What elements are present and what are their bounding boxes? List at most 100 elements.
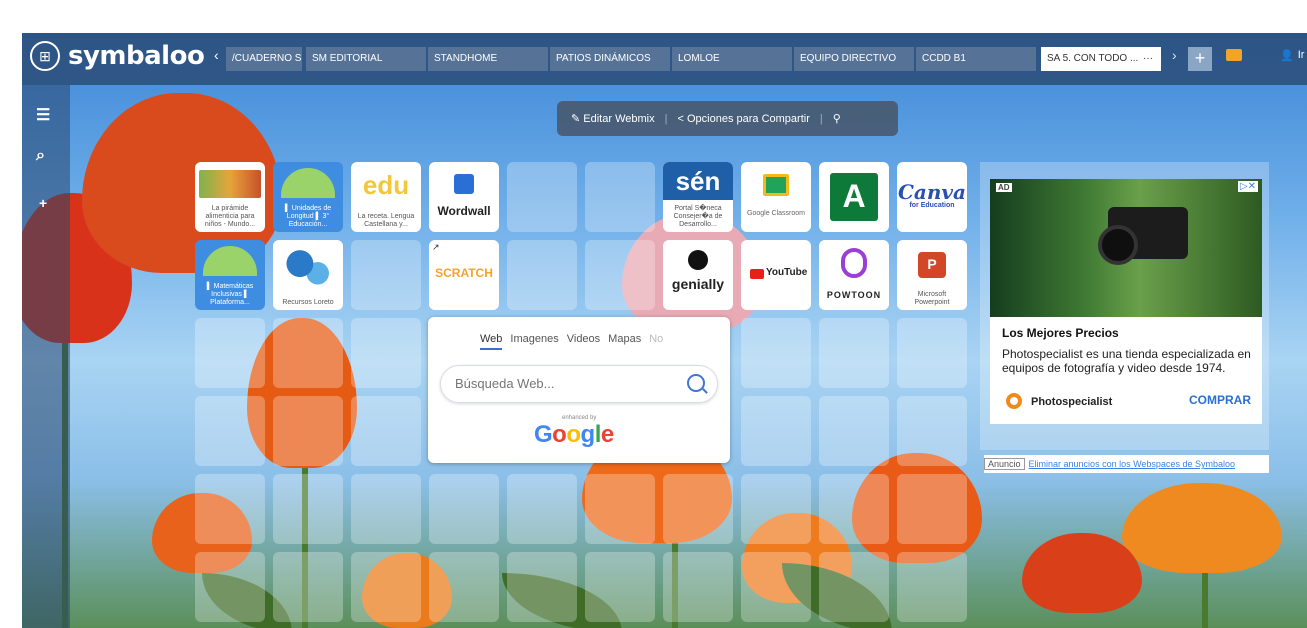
- tile-empty[interactable]: [195, 474, 265, 544]
- tile-empty[interactable]: [195, 318, 265, 388]
- tile-empty[interactable]: [507, 240, 577, 310]
- tile-empty[interactable]: [819, 396, 889, 466]
- tile-junta-andalucia[interactable]: A: [819, 162, 889, 232]
- tabs-next-chevron-icon[interactable]: ›: [1172, 47, 1177, 63]
- andalucia-logo: A: [842, 178, 866, 214]
- tile-empty[interactable]: [351, 240, 421, 310]
- tile-empty[interactable]: [273, 474, 343, 544]
- add-webmix-button[interactable]: +: [1188, 47, 1212, 71]
- tile-edu-receta[interactable]: edu La receta. Lengua Castellana y...: [351, 162, 421, 232]
- tile-empty[interactable]: [897, 318, 967, 388]
- tile-empty[interactable]: [741, 552, 811, 622]
- google-logo-letter: G: [534, 421, 553, 448]
- divider: |: [664, 112, 668, 125]
- tile-canva[interactable]: Canva for Education: [897, 162, 967, 232]
- tile-empty[interactable]: [897, 396, 967, 466]
- tile-empty[interactable]: [741, 318, 811, 388]
- tile-youtube[interactable]: YouTube: [741, 240, 811, 310]
- ad-buy-button[interactable]: COMPRAR: [1189, 393, 1251, 407]
- tab-standhome[interactable]: STANDHOME: [428, 47, 548, 71]
- tile-piramide-alimenticia[interactable]: La pirámide alimenticia para niños - Mun…: [195, 162, 265, 232]
- search-icon[interactable]: [687, 374, 705, 392]
- brand-logo[interactable]: ⊞ symbaloo: [30, 41, 205, 71]
- list-view-icon[interactable]: ☰: [36, 105, 50, 125]
- tab-equipo-directivo[interactable]: EQUIPO DIRECTIVO: [794, 47, 914, 71]
- tile-empty[interactable]: [819, 474, 889, 544]
- tile-empty[interactable]: [273, 396, 343, 466]
- tile-seneca[interactable]: sén Portal S�neca Consejer�a de Desarrol…: [663, 162, 733, 232]
- tile-empty[interactable]: [507, 552, 577, 622]
- apps-grid-icon[interactable]: ⊞: [30, 41, 60, 71]
- search-tab-news[interactable]: No: [649, 333, 663, 350]
- tabs-prev-chevron-icon[interactable]: ‹: [214, 47, 219, 63]
- tile-empty[interactable]: [585, 552, 655, 622]
- search-tab-videos[interactable]: Videos: [567, 333, 600, 350]
- tile-google-classroom[interactable]: Google Classroom: [741, 162, 811, 232]
- tab-sa5-active[interactable]: SA 5. CON TODO ... ···: [1041, 47, 1161, 71]
- tile-empty[interactable]: [507, 474, 577, 544]
- left-sidebar: ☰ ⌕ +: [22, 85, 70, 628]
- search-tab-images[interactable]: Imagenes: [510, 333, 558, 350]
- tile-empty[interactable]: [273, 552, 343, 622]
- ad-footer: Anuncio Eliminar anuncios con los Webspa…: [984, 455, 1269, 473]
- tile-powtoon[interactable]: POWTOON: [819, 240, 889, 310]
- share-icon: <: [677, 112, 684, 125]
- search-type-tabs: Web Imagenes Videos Mapas No: [480, 333, 663, 350]
- divider: |: [819, 112, 823, 125]
- tile-empty[interactable]: [585, 240, 655, 310]
- tile-empty[interactable]: [819, 552, 889, 622]
- tile-empty[interactable]: [429, 552, 499, 622]
- webmix-toolbar: ✎ Editar Webmix | < Opciones para Compar…: [557, 101, 898, 136]
- tab-ccdd-b1[interactable]: CCDD B1: [916, 47, 1036, 71]
- tile-empty[interactable]: [273, 318, 343, 388]
- tile-wordwall[interactable]: Wordwall: [429, 162, 499, 232]
- tile-empty[interactable]: [819, 318, 889, 388]
- tile-powerpoint[interactable]: P Microsoft Powerpoint: [897, 240, 967, 310]
- remove-ads-link[interactable]: Eliminar anuncios con los Webspaces de S…: [1029, 459, 1235, 469]
- tile-recursos-loreto[interactable]: Recursos Loreto: [273, 240, 343, 310]
- search-tab-maps[interactable]: Mapas: [608, 333, 641, 350]
- search-list-icon[interactable]: ⌕: [36, 147, 45, 165]
- mail-icon[interactable]: [1226, 49, 1242, 61]
- tile-empty[interactable]: [897, 474, 967, 544]
- search-input[interactable]: [455, 376, 675, 391]
- user-menu[interactable]: 👤 Ir: [1280, 49, 1304, 62]
- tile-thumbnail: [281, 168, 335, 198]
- tile-genially[interactable]: genially: [663, 240, 733, 310]
- share-options-button[interactable]: < Opciones para Compartir: [677, 113, 809, 125]
- tab-menu-icon[interactable]: ···: [1143, 47, 1153, 71]
- tile-empty[interactable]: [429, 474, 499, 544]
- google-logo-letter: o: [552, 421, 567, 448]
- tile-empty[interactable]: [195, 552, 265, 622]
- ad-brand-name: Photospecialist: [1031, 396, 1113, 408]
- powtoon-icon: [841, 248, 867, 278]
- ad-close-icon[interactable]: ▷✕: [1237, 181, 1258, 192]
- tab-patios-dinamicos[interactable]: PATIOS DINÁMICOS: [550, 47, 670, 71]
- search-tab-web[interactable]: Web: [480, 333, 503, 350]
- edit-webmix-button[interactable]: ✎ Editar Webmix: [571, 112, 655, 125]
- genially-logo: genially: [671, 276, 725, 292]
- tile-scratch[interactable]: ↗ SCRATCH: [429, 240, 499, 310]
- tile-matematicas-inclusivas[interactable]: ▌ Matemáticas Inclusivas ▌ Plataforma...: [195, 240, 265, 310]
- toolbar-search-icon[interactable]: ⚲: [833, 112, 841, 125]
- tile-empty[interactable]: [585, 162, 655, 232]
- tile-empty[interactable]: [507, 162, 577, 232]
- tab-cuaderno[interactable]: /CUADERNO S...: [226, 47, 302, 71]
- tile-unidades-longitud[interactable]: ▌ Unidades de Longitud ▌ 3° Educación...: [273, 162, 343, 232]
- tile-empty[interactable]: [897, 552, 967, 622]
- tile-empty[interactable]: [351, 552, 421, 622]
- tile-empty[interactable]: [351, 318, 421, 388]
- tile-empty[interactable]: [663, 474, 733, 544]
- tile-empty[interactable]: [585, 474, 655, 544]
- tile-empty[interactable]: [195, 396, 265, 466]
- tile-empty[interactable]: [351, 396, 421, 466]
- tile-empty[interactable]: [741, 396, 811, 466]
- tab-lomloe[interactable]: LOMLOE: [672, 47, 792, 71]
- tab-sm-editorial[interactable]: SM EDITORIAL: [306, 47, 426, 71]
- search-box: [440, 365, 718, 403]
- tile-empty[interactable]: [351, 474, 421, 544]
- ad-card[interactable]: AD ▷✕ Los Mejores Precios Photospecialis…: [990, 179, 1262, 424]
- tile-empty[interactable]: [663, 552, 733, 622]
- tile-empty[interactable]: [741, 474, 811, 544]
- add-icon[interactable]: +: [39, 195, 47, 211]
